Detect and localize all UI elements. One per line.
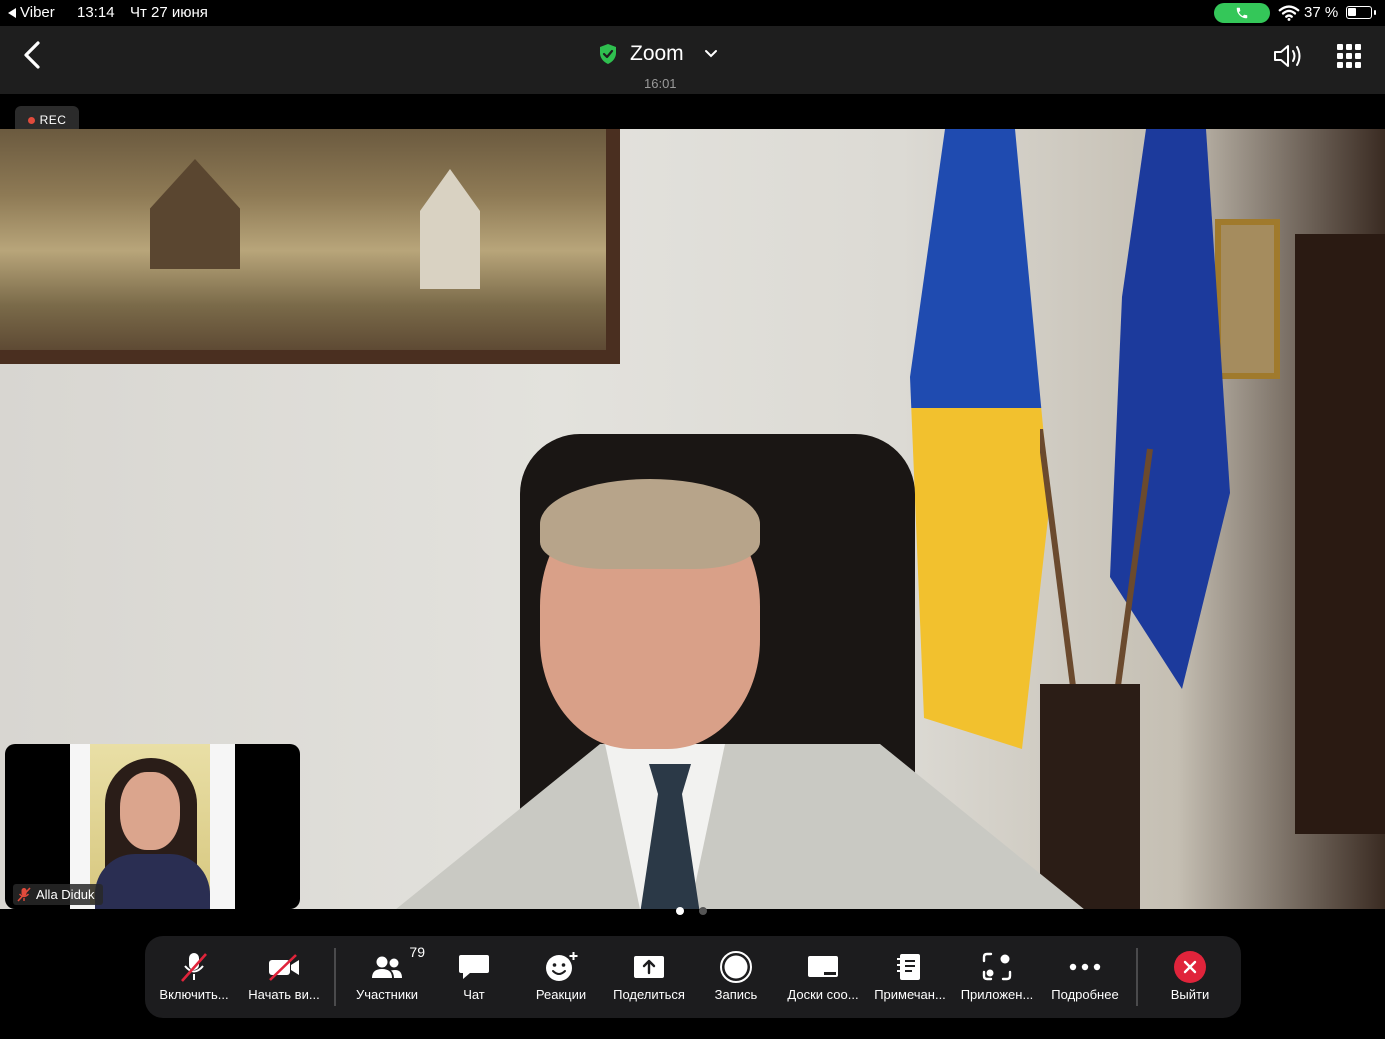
page-dot-2[interactable]: [699, 907, 707, 915]
video-background-frame: [1215, 219, 1280, 379]
share-button[interactable]: Поделиться: [604, 936, 694, 1018]
toolbar-divider: [1136, 948, 1138, 1006]
close-icon: [1183, 960, 1197, 974]
meeting-duration: 16:01: [644, 76, 677, 91]
active-call-pill[interactable]: [1214, 3, 1270, 23]
more-label: Подробнее: [1051, 987, 1119, 1002]
back-to-app[interactable]: Viber: [8, 4, 55, 21]
meeting-toolbar: Включить... Начать ви... 79 Участники Ча…: [145, 936, 1241, 1018]
record-label: Запись: [714, 987, 758, 1002]
share-label: Поделиться: [613, 987, 685, 1002]
video-background-cabinet: [1295, 234, 1385, 834]
start-video-button[interactable]: Начать ви...: [240, 936, 328, 1018]
participants-button[interactable]: 79 Участники: [343, 936, 431, 1018]
participant-name-label: Alla Diduk: [13, 884, 103, 905]
back-chevron-icon[interactable]: [20, 40, 44, 70]
leave-label: Выйти: [1170, 987, 1210, 1002]
participant-name: Alla Diduk: [36, 887, 95, 902]
unmute-label: Включить...: [159, 987, 229, 1002]
battery-icon: [1346, 6, 1376, 19]
share-screen-icon: [634, 956, 664, 978]
more-button[interactable]: Подробнее: [1043, 936, 1127, 1018]
mic-muted-icon: [17, 887, 31, 902]
notes-icon: [897, 954, 920, 980]
whiteboards-button[interactable]: Доски соо...: [779, 936, 867, 1018]
reactions-label: Реакции: [535, 987, 587, 1002]
chevron-down-icon: [704, 50, 717, 58]
back-triangle-icon: [8, 7, 16, 18]
speaker-person: [390, 479, 1090, 909]
apps-label: Приложен...: [960, 987, 1034, 1002]
participants-icon: [372, 956, 402, 978]
notes-button[interactable]: Примечан...: [867, 936, 953, 1018]
notes-label: Примечан...: [874, 987, 946, 1002]
meeting-header: Zoom 16:01: [0, 26, 1385, 94]
meeting-title-dropdown[interactable]: Zoom: [598, 42, 718, 66]
participants-count: 79: [409, 944, 425, 960]
wifi-icon: [1278, 5, 1300, 21]
status-time: 13:14: [77, 4, 115, 21]
video-background-painting: [0, 129, 620, 364]
start-video-label: Начать ви...: [248, 987, 320, 1002]
status-date: Чт 27 июня: [130, 4, 208, 21]
chat-icon: [459, 955, 489, 979]
back-app-label: Viber: [20, 4, 55, 21]
chat-button[interactable]: Чат: [434, 936, 514, 1018]
chat-label: Чат: [463, 987, 485, 1002]
reactions-button[interactable]: Реакции: [521, 936, 601, 1018]
app-title: Zoom: [630, 42, 684, 65]
unmute-button[interactable]: Включить...: [150, 936, 238, 1018]
more-dots-icon: [1069, 963, 1101, 971]
record-button[interactable]: Запись: [696, 936, 776, 1018]
rec-label: REC: [39, 113, 67, 127]
mic-muted-icon: [181, 953, 207, 982]
apps-icon: [982, 952, 1012, 981]
whiteboards-label: Доски соо...: [787, 987, 859, 1002]
leave-button[interactable]: Выйти: [1150, 936, 1230, 1018]
status-bar: Viber 13:14 Чт 27 июня 37 %: [0, 0, 1385, 26]
page-dot-1[interactable]: [676, 907, 684, 915]
participant-thumbnail[interactable]: Alla Diduk: [5, 744, 300, 909]
participants-label: Участники: [355, 987, 419, 1002]
shield-check-icon: [600, 44, 616, 64]
page-indicator[interactable]: [676, 907, 707, 915]
leave-icon: [1174, 951, 1206, 983]
reaction-smiley-icon: [546, 951, 578, 981]
record-icon: [720, 951, 752, 983]
apps-button[interactable]: Приложен...: [954, 936, 1040, 1018]
toolbar-divider: [334, 948, 336, 1006]
whiteboard-icon: [808, 956, 838, 977]
grid-icon[interactable]: [1337, 44, 1361, 68]
battery-percent: 37 %: [1304, 4, 1339, 21]
speaker-icon[interactable]: [1272, 42, 1304, 70]
video-off-icon: [269, 954, 299, 981]
record-dot-icon: [27, 116, 35, 124]
phone-icon: [1236, 7, 1248, 19]
